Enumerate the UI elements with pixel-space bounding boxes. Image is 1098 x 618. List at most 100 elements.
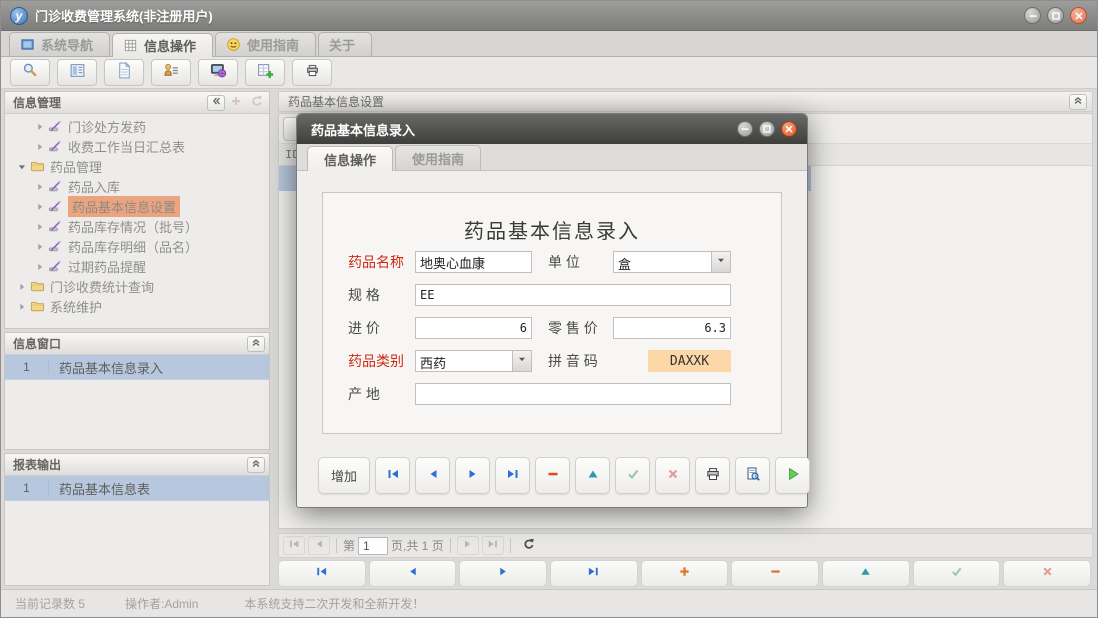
collapse-info-windows-button[interactable] [247, 336, 265, 352]
page-refresh-button[interactable] [517, 536, 539, 555]
printer-tool-button[interactable] [292, 59, 332, 86]
last-button[interactable] [495, 457, 530, 494]
origin-input[interactable] [415, 383, 731, 405]
nav-first-button[interactable] [278, 560, 366, 587]
print-button[interactable] [695, 457, 730, 494]
first-button[interactable] [375, 457, 410, 494]
user-list-tool-button[interactable] [151, 59, 191, 86]
drug-form: 药品基本信息录入 药品名称 单 位 盒 规 格 进 价 零 售 价 药品类别 西… [322, 192, 782, 434]
next-icon [466, 467, 480, 484]
dialog-maximize-button[interactable] [759, 121, 775, 137]
nav-up-button[interactable] [822, 560, 910, 587]
plus-icon [230, 95, 242, 110]
tab-system-nav[interactable]: 系统导航 [9, 32, 110, 56]
nav-plus-button[interactable] [641, 560, 729, 587]
run-button[interactable] [775, 457, 810, 494]
monitor-tool-button[interactable] [198, 59, 238, 86]
page-prev-button[interactable] [308, 536, 330, 555]
record-count-label: 当前记录数 5 [15, 595, 85, 612]
maximize-button[interactable] [1047, 7, 1064, 24]
chevron-down-icon[interactable] [711, 252, 730, 272]
page-first-button[interactable] [283, 536, 305, 555]
retail-price-input[interactable] [613, 317, 731, 339]
page-last-button[interactable] [482, 536, 504, 555]
spec-input[interactable] [415, 284, 731, 306]
main-panel-title: 药品基本信息设置 [288, 93, 384, 110]
plus-icon [678, 565, 691, 583]
report-row[interactable]: 1药品基本信息表 [5, 476, 269, 501]
nav-check-button[interactable] [913, 560, 1001, 587]
nav-prev-button[interactable] [369, 560, 457, 587]
tab-about[interactable]: 关于 [318, 32, 372, 56]
document-tool-button[interactable] [104, 59, 144, 86]
tree-item[interactable]: 药品库存明细（品名） [6, 236, 268, 256]
add-button[interactable]: 增加 [318, 457, 370, 494]
preview-button[interactable] [735, 457, 770, 494]
refresh-button[interactable] [247, 95, 265, 111]
delete-button[interactable] [535, 457, 570, 494]
tree-item[interactable]: 门诊处方发药 [6, 116, 268, 136]
drug-name-input[interactable] [415, 251, 532, 273]
cancel-button[interactable] [655, 457, 690, 494]
chevron-down-icon[interactable] [512, 351, 531, 371]
tab-info-ops[interactable]: 信息操作 [112, 33, 213, 57]
caret-right-icon[interactable] [14, 301, 28, 312]
caret-right-icon[interactable] [32, 141, 46, 152]
tree-item-label: 过期药品提醒 [68, 257, 146, 276]
caret-right-icon[interactable] [32, 261, 46, 272]
unit-select[interactable]: 盒 [613, 251, 731, 273]
dialog-minimize-button[interactable] [737, 121, 753, 137]
purchase-price-input[interactable] [415, 317, 532, 339]
minimize-button[interactable] [1024, 7, 1041, 24]
collapse-main-panel-button[interactable] [1069, 94, 1087, 110]
maximize-icon [1050, 10, 1062, 22]
post-button[interactable] [615, 457, 650, 494]
tree-item[interactable]: 药品管理 [6, 156, 268, 176]
page-number-input[interactable] [358, 537, 388, 555]
tree-item[interactable]: 收费工作当日汇总表 [6, 136, 268, 156]
info-window-row[interactable]: 1药品基本信息录入 [5, 355, 269, 380]
caret-right-icon[interactable] [32, 241, 46, 252]
pinyin-code-field: DAXXK [648, 350, 731, 372]
caret-down-icon[interactable] [14, 161, 28, 172]
app-logo-icon: y [10, 7, 28, 25]
next-button[interactable] [455, 457, 490, 494]
form-tool-button[interactable] [57, 59, 97, 86]
dialog-tab-0[interactable]: 信息操作 [307, 146, 393, 171]
close-button[interactable] [1070, 7, 1087, 24]
document-icon [116, 62, 133, 84]
tab-user-guide[interactable]: 使用指南 [215, 32, 316, 56]
collapse-report-output-button[interactable] [247, 457, 265, 473]
tree-item[interactable]: 药品库存情况（批号） [6, 216, 268, 236]
tree-item[interactable]: 药品基本信息设置 [6, 196, 268, 216]
pinyin-label: 拼 音 码 [548, 350, 598, 372]
caret-right-icon[interactable] [32, 121, 46, 132]
dialog-tab-1[interactable]: 使用指南 [395, 145, 481, 170]
add-button[interactable] [227, 95, 245, 111]
dialog-close-button[interactable] [781, 121, 797, 137]
dialog-title: 药品基本信息录入 [311, 120, 415, 139]
table-add-icon [257, 62, 274, 84]
magic-wand-icon [48, 199, 63, 214]
caret-right-icon[interactable] [32, 181, 46, 192]
table-add-tool-button[interactable] [245, 59, 285, 86]
search-tool-button[interactable] [10, 59, 50, 86]
caret-right-icon[interactable] [32, 221, 46, 232]
tree-item[interactable]: 过期药品提醒 [6, 256, 268, 276]
nav-minus-button[interactable] [731, 560, 819, 587]
tree-item[interactable]: 门诊收费统计查询 [6, 276, 268, 296]
caret-right-icon[interactable] [32, 201, 46, 212]
tree-item[interactable]: 药品入库 [6, 176, 268, 196]
tree-item[interactable]: 系统维护 [6, 296, 268, 316]
page-suffix-label: 页,共 1 页 [391, 537, 444, 554]
nav-last-button[interactable] [550, 560, 638, 587]
collapse-sidebar-button[interactable] [207, 95, 225, 111]
edit-button[interactable] [575, 457, 610, 494]
row-index: 1 [5, 481, 49, 495]
page-next-button[interactable] [457, 536, 479, 555]
category-select[interactable]: 西药 [415, 350, 532, 372]
nav-next-button[interactable] [459, 560, 547, 587]
nav-cross-button[interactable] [1003, 560, 1091, 587]
prev-button[interactable] [415, 457, 450, 494]
caret-right-icon[interactable] [14, 281, 28, 292]
